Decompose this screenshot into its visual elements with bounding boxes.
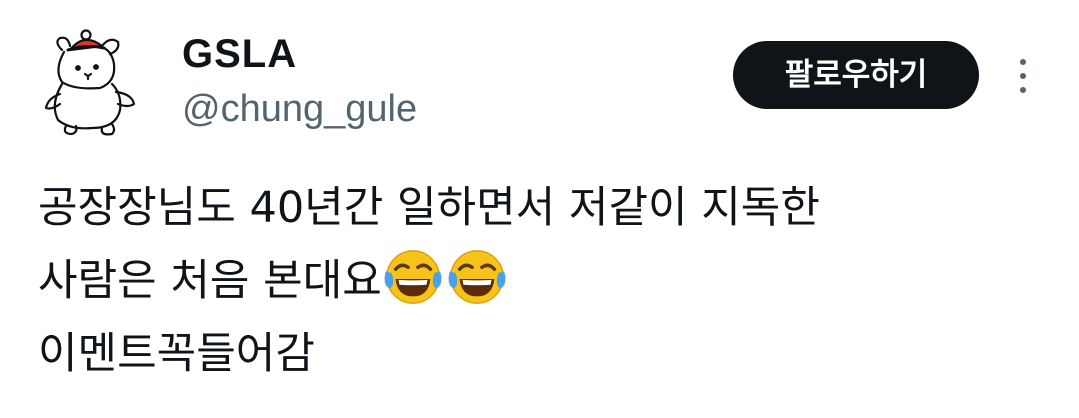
user-handle[interactable]: @chung_gule xyxy=(182,85,417,133)
follow-button[interactable]: 팔로우하기 xyxy=(733,41,979,109)
face-with-tears-of-joy-icon xyxy=(448,250,506,304)
more-vertical-icon[interactable] xyxy=(1008,54,1038,98)
tweet-line-2: 사람은 처음 본대요 xyxy=(38,245,1048,318)
tweet-line-3: 이멘트꼭들어감 xyxy=(38,329,315,379)
display-name[interactable]: GSLA xyxy=(182,30,297,78)
face-with-tears-of-joy-icon xyxy=(384,250,442,304)
avatar[interactable] xyxy=(40,24,140,136)
tweet-line-2-text: 사람은 처음 본대요 xyxy=(38,256,382,306)
tweet-line-1: 공장장님도 40년간 일하면서 저같이 지독한 xyxy=(38,183,820,233)
tweet-text: 공장장님도 40년간 일하면서 저같이 지독한 사람은 처음 본대요 이멘트꼭들… xyxy=(38,172,1048,391)
